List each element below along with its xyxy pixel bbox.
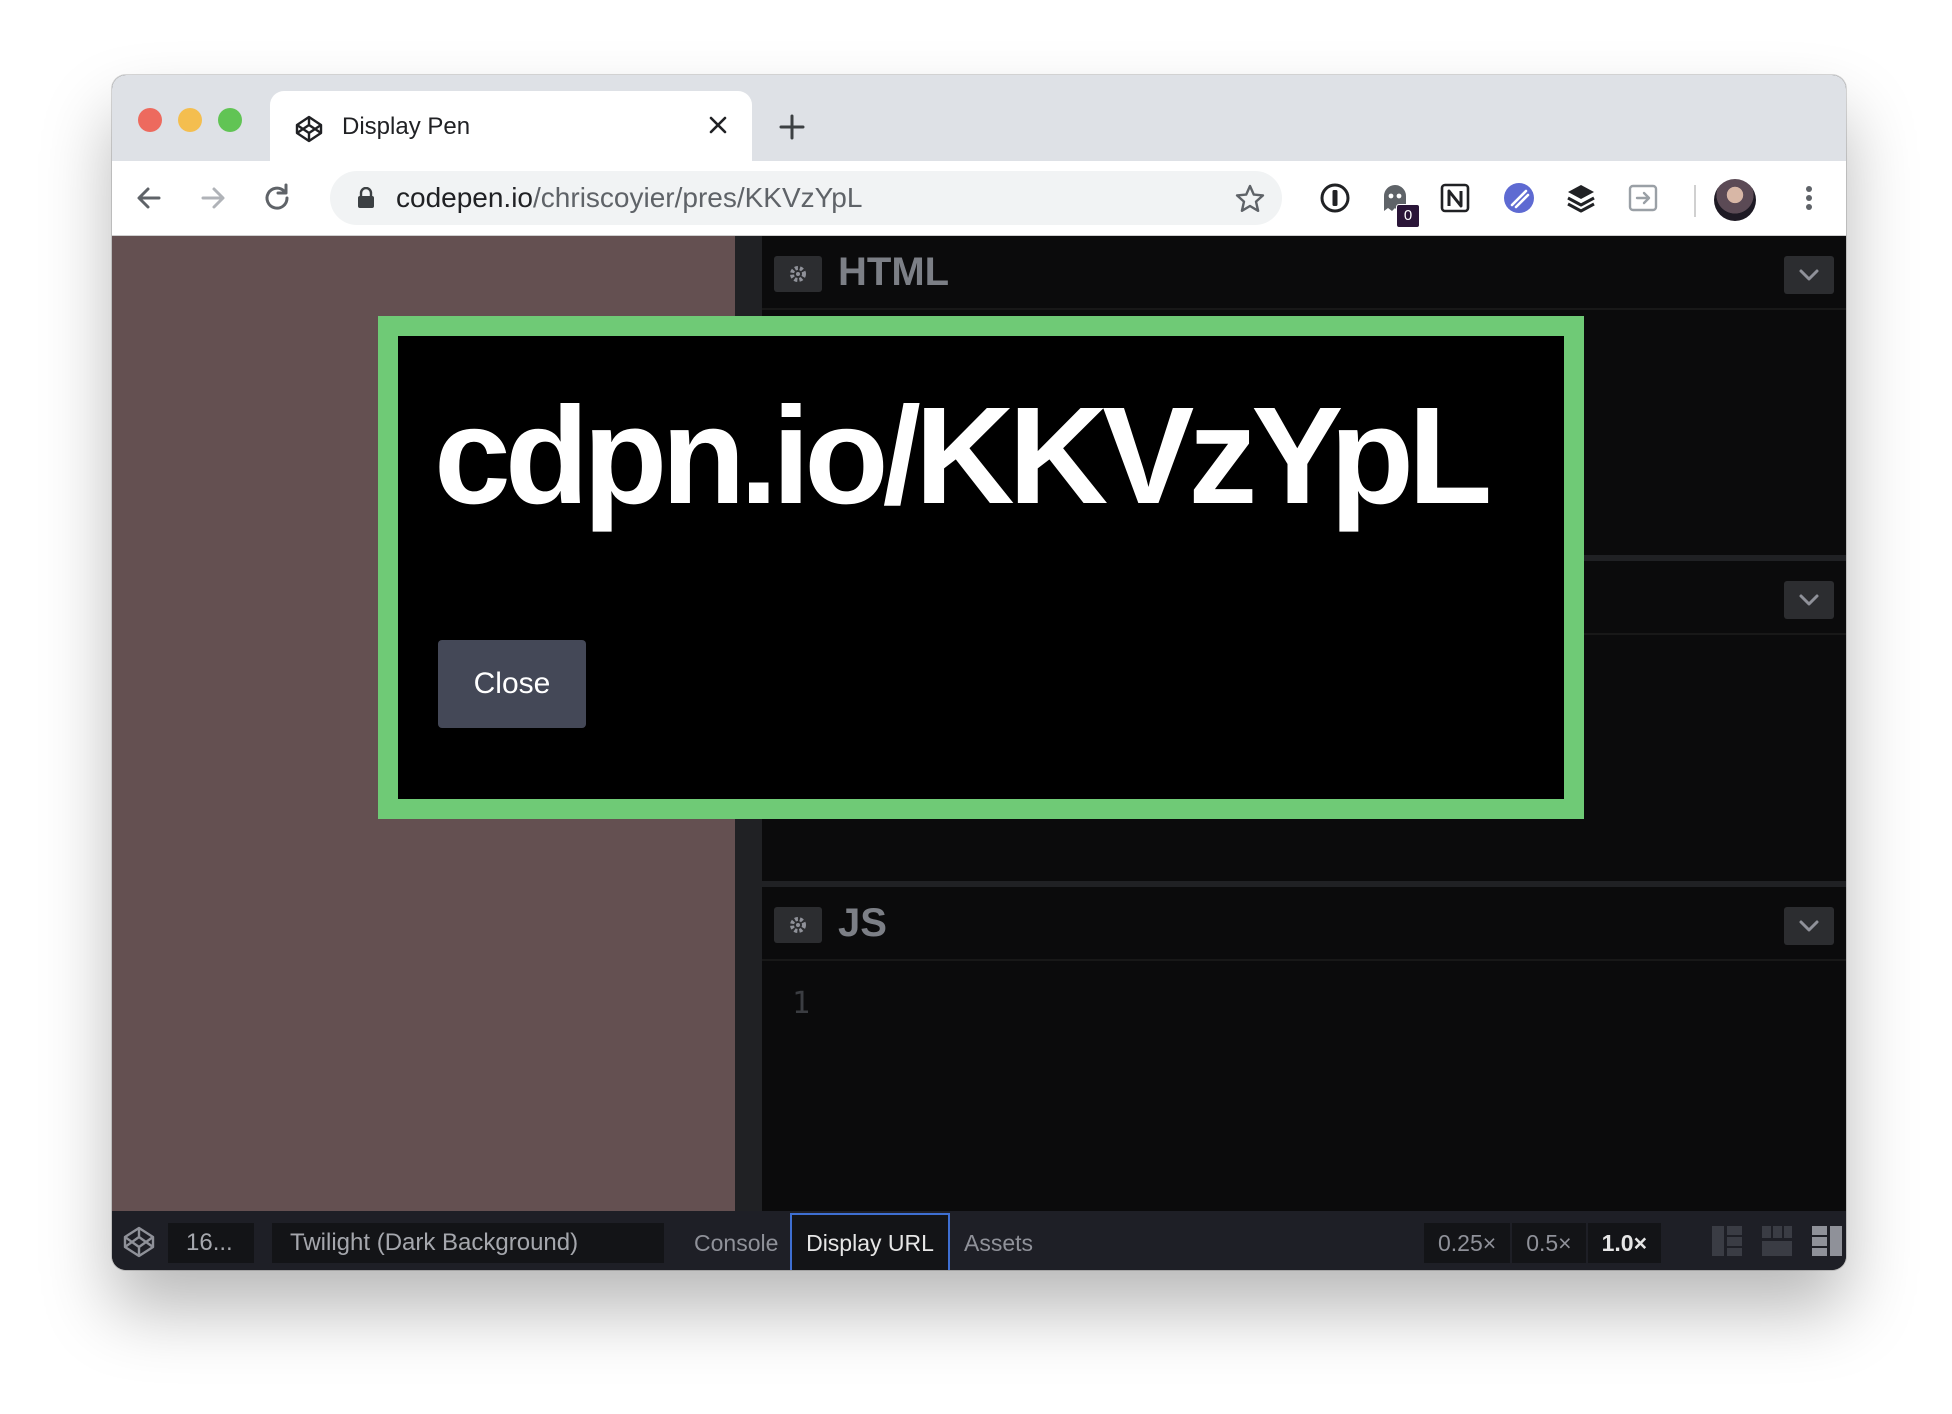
console-button[interactable]: Console — [694, 1223, 778, 1263]
js-editor-header: JS — [762, 887, 1846, 961]
html-editor-title: HTML — [838, 250, 950, 294]
tab-title: Display Pen — [342, 113, 471, 140]
kebab-menu-icon[interactable] — [1792, 181, 1826, 215]
browser-tab[interactable]: Display Pen — [270, 91, 752, 161]
display-url-modal: cdpn.io/KKVzYpL Close — [378, 316, 1584, 819]
url-path: /chriscoyier/pres/KKVzYpL — [533, 182, 863, 213]
layout-top-icon[interactable] — [1760, 1223, 1794, 1259]
html-settings-button[interactable] — [774, 256, 822, 292]
linear-icon[interactable] — [1502, 181, 1536, 215]
gear-icon — [790, 266, 806, 282]
buffer-icon[interactable] — [1564, 181, 1598, 215]
layout-right-icon[interactable] — [1810, 1223, 1844, 1259]
ghostery-count-badge: 0 — [1396, 204, 1420, 228]
notion-icon[interactable] — [1438, 181, 1472, 215]
layout-left-icon[interactable] — [1710, 1223, 1744, 1259]
chevron-down-icon — [1799, 594, 1819, 606]
url-text: codepen.io/chriscoyier/pres/KKVzYpL — [396, 183, 862, 213]
exit-icon[interactable] — [1626, 181, 1660, 215]
1password-icon[interactable] — [1318, 181, 1352, 215]
js-collapse-button[interactable] — [1784, 907, 1834, 945]
zoom-05-button[interactable]: 0.5× — [1512, 1223, 1588, 1263]
display-url-button[interactable]: Display URL — [790, 1213, 950, 1270]
chevron-down-icon — [1799, 920, 1819, 932]
modal-close-button[interactable]: Close — [438, 640, 586, 728]
back-arrow-icon[interactable] — [132, 181, 166, 215]
js-line-number: 1 — [792, 986, 811, 1021]
theme-select[interactable]: Twilight (Dark Background) — [272, 1223, 664, 1263]
close-window-button[interactable] — [138, 108, 162, 132]
star-icon[interactable] — [1234, 183, 1266, 215]
zoom-10-button[interactable]: 1.0× — [1587, 1223, 1664, 1263]
minimize-window-button[interactable] — [178, 108, 202, 132]
forward-arrow-icon[interactable] — [196, 181, 230, 215]
html-collapse-button[interactable] — [1784, 256, 1834, 294]
html-editor-header: HTML — [762, 236, 1846, 310]
js-settings-button[interactable] — [774, 907, 822, 943]
reload-icon[interactable] — [260, 181, 294, 215]
assets-button[interactable]: Assets — [964, 1223, 1033, 1263]
browser-toolbar: codepen.io/chriscoyier/pres/KKVzYpL 0 — [112, 161, 1846, 236]
zoom-controls: 0.25× 0.5× 1.0× — [1424, 1223, 1664, 1263]
close-icon[interactable] — [702, 109, 734, 141]
css-collapse-button[interactable] — [1784, 581, 1834, 619]
gear-icon — [790, 917, 806, 933]
address-bar[interactable]: codepen.io/chriscoyier/pres/KKVzYpL — [330, 171, 1282, 225]
lock-icon — [358, 187, 374, 208]
codepen-icon — [295, 115, 323, 143]
codepen-footer: 16... Twilight (Dark Background) Console… — [112, 1211, 1846, 1270]
profile-avatar[interactable] — [1714, 179, 1756, 221]
chevron-down-icon — [1799, 269, 1819, 281]
tab-strip: Display Pen — [112, 75, 1846, 161]
url-host: codepen.io — [396, 182, 534, 213]
short-url-text: cdpn.io/KKVzYpL — [434, 379, 1492, 533]
js-editor-title: JS — [838, 901, 887, 945]
zoom-window-button[interactable] — [218, 108, 242, 132]
codepen-icon[interactable] — [122, 1225, 156, 1259]
font-size-select[interactable]: 16... — [168, 1223, 254, 1263]
zoom-025-button[interactable]: 0.25× — [1424, 1223, 1513, 1263]
plus-icon[interactable] — [776, 111, 808, 143]
toolbar-separator — [1694, 185, 1696, 217]
